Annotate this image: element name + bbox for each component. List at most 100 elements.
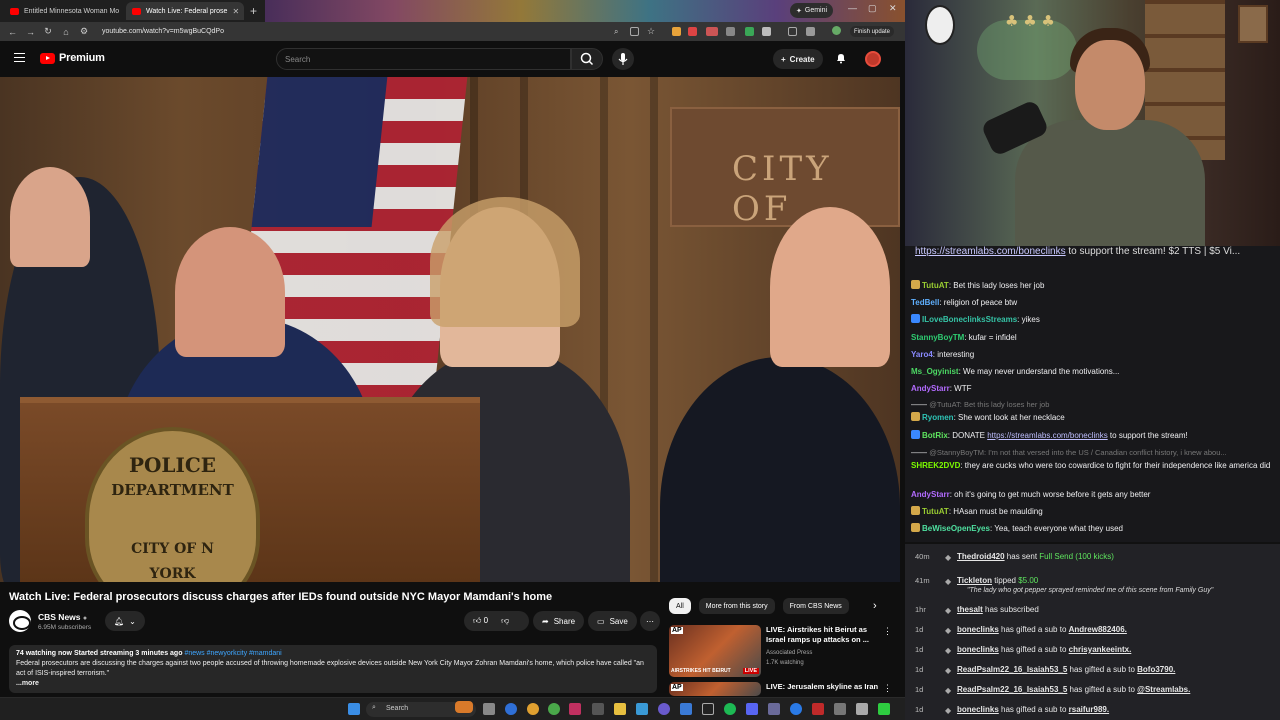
- maximize-icon[interactable]: ▢: [868, 3, 877, 14]
- chat-username[interactable]: AndyStarr: [911, 490, 950, 499]
- more-vertical-icon[interactable]: ⋮: [883, 683, 892, 694]
- app-icon[interactable]: [878, 703, 890, 715]
- description-tags[interactable]: #news #newyorkcity #mamdani: [184, 650, 281, 657]
- app-icon[interactable]: [702, 703, 714, 715]
- more-vertical-icon[interactable]: ⋮: [883, 626, 892, 637]
- side-panel-icon[interactable]: [788, 27, 797, 36]
- app-icon[interactable]: [548, 703, 560, 715]
- app-icon[interactable]: [790, 703, 802, 715]
- app-icon[interactable]: [746, 703, 758, 715]
- notifications-bell-icon[interactable]: [835, 52, 847, 64]
- share-button[interactable]: ➦ Share: [533, 611, 585, 631]
- extension-icon[interactable]: [688, 27, 697, 36]
- close-tab-icon[interactable]: ✕: [232, 7, 239, 16]
- downloads-icon[interactable]: [806, 27, 815, 36]
- dislike-button[interactable]: 👎︎: [501, 616, 509, 626]
- more-actions-button[interactable]: ⋯: [640, 611, 660, 631]
- chat-username[interactable]: Ms_Ogyinist: [911, 367, 959, 376]
- gemini-button[interactable]: ✦ Gemini: [790, 3, 834, 18]
- account-avatar[interactable]: [865, 51, 881, 67]
- app-icon[interactable]: [658, 703, 670, 715]
- voice-search-button[interactable]: [612, 48, 634, 70]
- channel-avatar[interactable]: [9, 610, 31, 632]
- minimize-icon[interactable]: —: [848, 3, 857, 13]
- video-thumbnail[interactable]: AP: [669, 682, 761, 696]
- back-icon[interactable]: ←: [8, 27, 17, 37]
- app-icon[interactable]: [680, 703, 692, 715]
- app-icon[interactable]: [834, 703, 846, 715]
- youtube-logo[interactable]: Premium: [40, 52, 105, 64]
- finish-update-button[interactable]: Finish update: [850, 26, 895, 37]
- event-target-user[interactable]: Andrew882406.: [1069, 625, 1127, 634]
- extension-icon[interactable]: [726, 27, 735, 36]
- chat-username[interactable]: TutuAT: [922, 281, 949, 290]
- chat-username[interactable]: BeWiseOpenEyes: [922, 524, 990, 533]
- profile-icon[interactable]: [832, 26, 841, 35]
- subscribe-notifications-button[interactable]: 🔔︎ ⌄: [105, 611, 145, 631]
- chat-username[interactable]: Yaro4: [911, 350, 933, 359]
- menu-icon[interactable]: [14, 53, 25, 62]
- event-target-user[interactable]: rsaifur989.: [1069, 705, 1109, 714]
- app-icon[interactable]: [856, 703, 868, 715]
- chevron-right-icon[interactable]: ›: [873, 600, 877, 612]
- browser-tab-active[interactable]: Watch Live: Federal prose ✕: [126, 2, 244, 20]
- chat-username[interactable]: TedBell: [911, 298, 939, 307]
- chip-more-from-story[interactable]: More from this story: [698, 598, 775, 614]
- browser-tab[interactable]: Entitled Minnesota Woman Mo ✕: [4, 2, 122, 20]
- extension-icon[interactable]: [706, 27, 718, 36]
- channel-name[interactable]: CBS News ●: [38, 612, 87, 622]
- chat-username[interactable]: ILoveBoneclinksStreams: [922, 315, 1017, 324]
- event-username[interactable]: boneclinks: [957, 625, 999, 634]
- event-username[interactable]: thesalt: [957, 605, 983, 614]
- event-target-user[interactable]: Bofo3790.: [1137, 665, 1175, 674]
- save-button[interactable]: ▭ Save: [588, 611, 637, 631]
- search-button[interactable]: [571, 48, 603, 70]
- recommended-title[interactable]: LIVE: Jerusalem skyline as Iran: [766, 682, 881, 692]
- recommended-title[interactable]: LIVE: Airstrikes hit Beirut as Israel ra…: [766, 625, 881, 645]
- close-window-icon[interactable]: ✕: [889, 3, 897, 14]
- forward-icon[interactable]: →: [26, 27, 35, 37]
- edge-icon[interactable]: [505, 703, 517, 715]
- event-username[interactable]: ReadPsalm22_16_Isaiah53_5: [957, 685, 1067, 694]
- event-target-user[interactable]: @Streamlabs.: [1137, 685, 1190, 694]
- extension-icon[interactable]: [672, 27, 681, 36]
- extension-icon[interactable]: [745, 27, 754, 36]
- like-button[interactable]: 👍︎ 0: [473, 616, 488, 626]
- chip-from-cbs-news[interactable]: From CBS News: [782, 598, 849, 614]
- weather-icon[interactable]: [455, 701, 473, 713]
- new-tab-icon[interactable]: +: [250, 4, 257, 18]
- chat-username[interactable]: BotRix: [922, 431, 948, 440]
- recommended-video[interactable]: AP LIVE: Jerusalem skyline as Iran ⋮: [669, 682, 894, 696]
- chat-username[interactable]: Ryomen: [922, 413, 954, 422]
- event-username[interactable]: Thedroid420: [957, 552, 1005, 561]
- recommended-channel[interactable]: Associated Press: [766, 650, 812, 656]
- ticker-link[interactable]: https://streamlabs.com/boneclinks: [915, 246, 1066, 257]
- chat-link[interactable]: https://streamlabs.com/boneclinks: [987, 431, 1108, 440]
- video-description[interactable]: 74 watching now Started streaming 3 minu…: [9, 645, 657, 693]
- start-icon[interactable]: [348, 703, 360, 715]
- url-field[interactable]: youtube.com/watch?v=m5wgBuCQdPo: [102, 28, 224, 35]
- extensions-puzzle-icon[interactable]: [762, 27, 771, 36]
- chat-username[interactable]: StannyBoyTM: [911, 333, 964, 342]
- event-username[interactable]: boneclinks: [957, 705, 999, 714]
- chat-username[interactable]: AndyStarr: [911, 384, 950, 393]
- chat-username[interactable]: TutuAT: [922, 507, 949, 516]
- search-page-icon[interactable]: ⌕: [614, 27, 623, 36]
- event-username[interactable]: Tickleton: [957, 576, 992, 585]
- event-username[interactable]: boneclinks: [957, 645, 999, 654]
- app-icon[interactable]: [592, 703, 604, 715]
- app-icon[interactable]: [569, 703, 581, 715]
- chip-all[interactable]: All: [669, 598, 691, 614]
- recommended-video[interactable]: AP AIRSTRIKES HIT BEIRUT LIVE LIVE: Airs…: [669, 625, 894, 677]
- app-icon[interactable]: [768, 703, 780, 715]
- chat-username[interactable]: SHREK2DVD: [911, 461, 960, 470]
- more-link[interactable]: ...more: [16, 679, 650, 689]
- video-thumbnail[interactable]: AP AIRSTRIKES HIT BEIRUT LIVE: [669, 625, 761, 677]
- app-icon[interactable]: [636, 703, 648, 715]
- reload-icon[interactable]: ↻: [44, 26, 52, 37]
- task-view-icon[interactable]: [483, 703, 495, 715]
- video-player[interactable]: CITY OF POLICE DEPARTMENT CITY OF N YORK: [0, 77, 900, 582]
- app-icon[interactable]: [812, 703, 824, 715]
- event-target-user[interactable]: chrisyankeeintx.: [1069, 645, 1132, 654]
- spotify-icon[interactable]: [724, 703, 736, 715]
